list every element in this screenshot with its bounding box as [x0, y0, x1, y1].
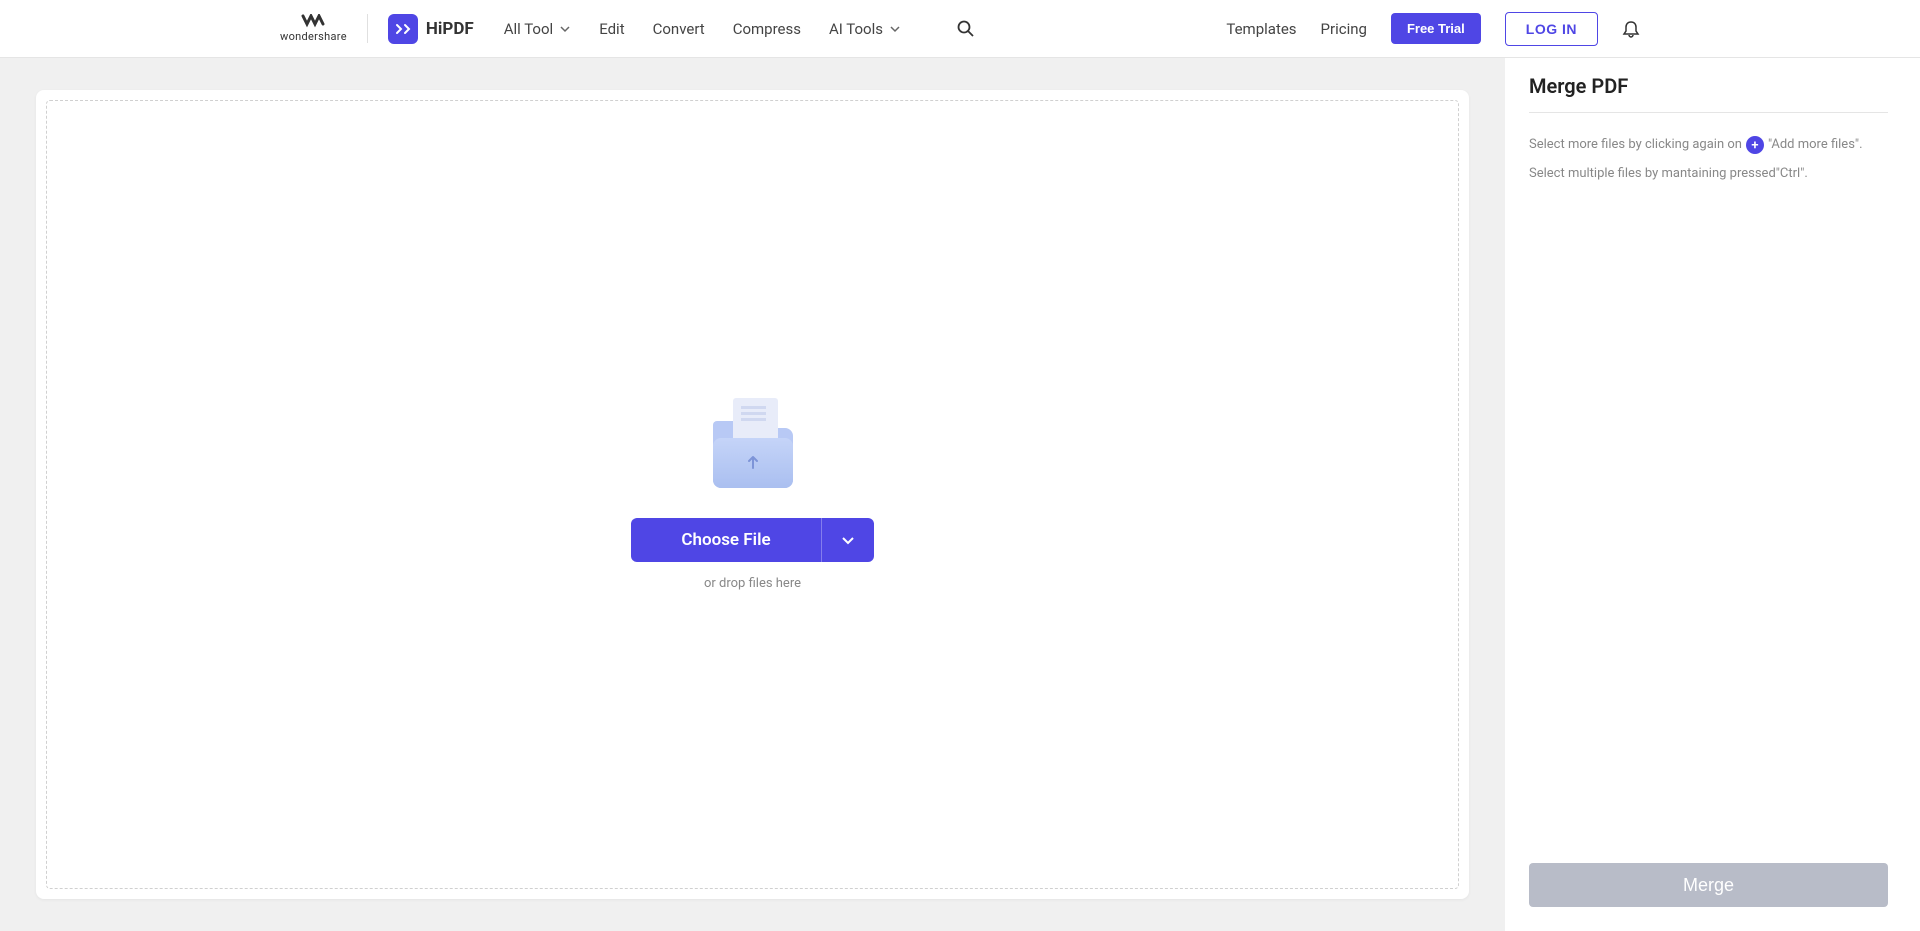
nav-edit[interactable]: Edit — [599, 20, 624, 38]
nav-convert-label: Convert — [653, 20, 705, 38]
chevron-down-icon — [889, 23, 901, 35]
header: wondershare HiPDF All Tool Edit Convert … — [0, 0, 1920, 58]
wondershare-label: wondershare — [280, 30, 347, 43]
merge-button[interactable]: Merge — [1529, 863, 1888, 907]
pricing-link[interactable]: Pricing — [1321, 20, 1367, 38]
add-more-files-icon — [1746, 136, 1764, 154]
choose-file-button[interactable]: Choose File — [631, 518, 821, 562]
nav-convert[interactable]: Convert — [653, 20, 705, 38]
nav-edit-label: Edit — [599, 20, 624, 38]
nav-ai-tools[interactable]: AI Tools — [829, 20, 901, 38]
wondershare-logo[interactable]: wondershare — [280, 14, 368, 43]
folder-upload-icon — [703, 398, 803, 488]
nav-all-tool[interactable]: All Tool — [504, 20, 572, 38]
content-area: Choose File or drop files here — [0, 58, 1505, 931]
search-button[interactable] — [957, 20, 975, 38]
panel-title: Merge PDF — [1529, 74, 1888, 113]
nav-ai-tools-label: AI Tools — [829, 20, 883, 38]
login-button[interactable]: LOG IN — [1505, 12, 1598, 46]
bell-icon — [1622, 20, 1640, 38]
hipdf-label: HiPDF — [426, 19, 474, 39]
hipdf-icon — [388, 14, 418, 44]
hint-text-part2: "Add more files". — [1768, 133, 1863, 158]
choose-file-label: Choose File — [681, 530, 770, 550]
drop-hint-text: or drop files here — [704, 576, 801, 591]
chevron-down-icon — [559, 23, 571, 35]
choose-file-button-group: Choose File — [631, 518, 873, 562]
nav-menu: All Tool Edit Convert Compress AI Tools — [504, 20, 975, 38]
panel-hint-line2: Select multiple files by mantaining pres… — [1529, 162, 1888, 187]
search-icon — [957, 20, 975, 38]
templates-link[interactable]: Templates — [1226, 20, 1296, 38]
nav-all-tool-label: All Tool — [504, 20, 554, 38]
header-right: Templates Pricing Free Trial LOG IN — [1226, 12, 1640, 46]
wondershare-icon — [301, 14, 325, 30]
upload-dropzone[interactable]: Choose File or drop files here — [36, 90, 1469, 899]
free-trial-button[interactable]: Free Trial — [1391, 13, 1481, 44]
hipdf-logo[interactable]: HiPDF — [388, 14, 474, 44]
notifications-button[interactable] — [1622, 20, 1640, 38]
nav-compress[interactable]: Compress — [733, 20, 801, 38]
chevron-down-icon — [840, 532, 856, 548]
main-wrapper: Choose File or drop files here Merge PDF… — [0, 58, 1920, 931]
panel-hint-line1: Select more files by clicking again on "… — [1529, 133, 1888, 158]
choose-file-dropdown-button[interactable] — [822, 518, 874, 562]
nav-compress-label: Compress — [733, 20, 801, 38]
hint-text-part1: Select more files by clicking again on — [1529, 133, 1742, 158]
side-panel: Merge PDF Select more files by clicking … — [1505, 58, 1920, 931]
